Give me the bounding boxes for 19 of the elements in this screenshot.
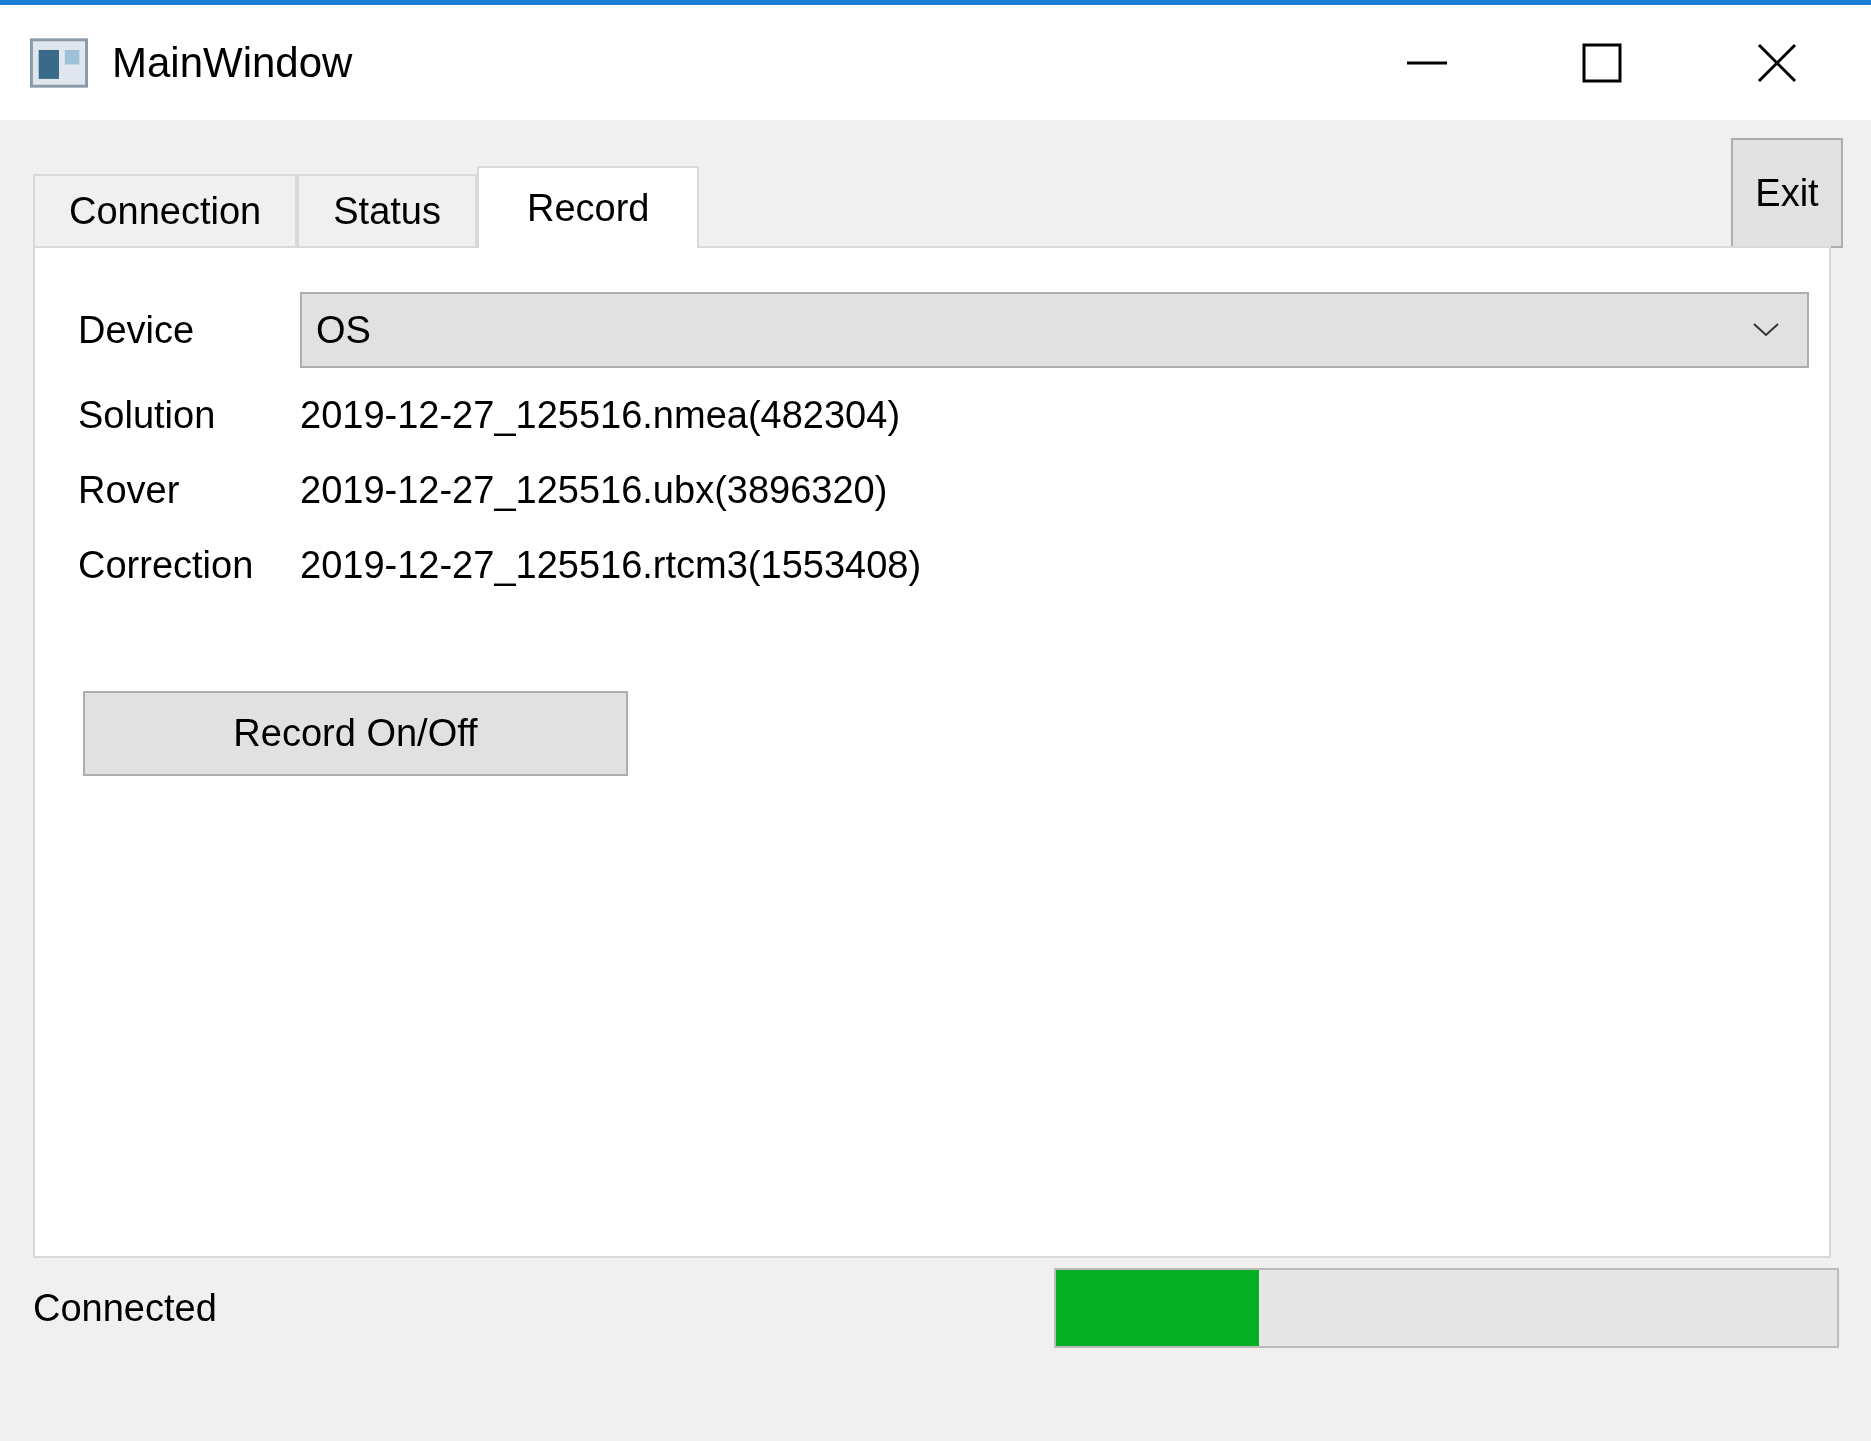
close-icon[interactable] [1757, 42, 1797, 83]
device-dropdown[interactable]: OS [300, 292, 1809, 368]
maximize-icon[interactable] [1582, 42, 1622, 83]
tab[interactable]: Connection [33, 174, 298, 246]
status-text: Connected [33, 1286, 217, 1330]
field-value: 2019-12-27_125516.rtcm3(1553408) [300, 544, 922, 587]
field-value: 2019-12-27_125516.nmea(482304) [300, 394, 901, 437]
field-label: Correction [78, 544, 255, 587]
window-title: MainWindow [112, 38, 353, 87]
field-label: Solution [78, 394, 217, 437]
field-value: 2019-12-27_125516.ubx(3896320) [300, 469, 888, 512]
tab[interactable]: Record [477, 166, 700, 248]
tab[interactable]: Status [297, 174, 477, 246]
field-label: Device [78, 308, 196, 352]
app-icon [30, 37, 88, 88]
field-label: Rover [78, 469, 181, 512]
exit-button[interactable]: Exit [1731, 138, 1843, 248]
chevron-down-icon [1753, 323, 1779, 337]
record-button[interactable]: Record On/Off [83, 691, 628, 776]
